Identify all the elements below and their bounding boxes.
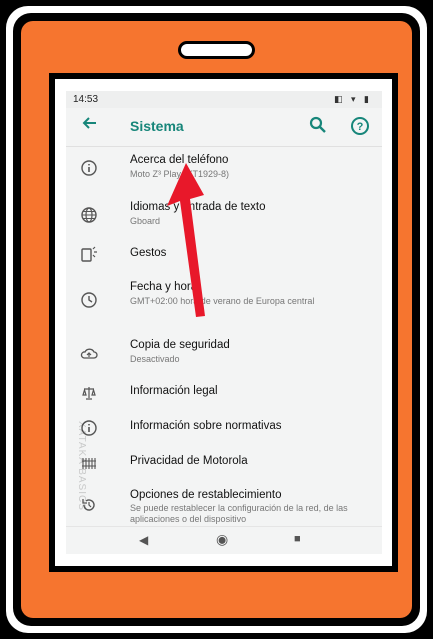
- settings-item-title: Información legal: [130, 385, 218, 397]
- settings-item-title: Acerca del teléfono: [130, 154, 229, 166]
- phone-speaker: [178, 41, 255, 59]
- balance-icon: [80, 384, 100, 404]
- status-time: 14:53: [73, 94, 99, 105]
- status-icons: ◧ ▾ ▮: [334, 94, 372, 104]
- settings-item-regulatory[interactable]: Información sobre normativas: [66, 415, 382, 441]
- settings-item-title: Fecha y hora: [130, 281, 198, 293]
- settings-item-subtitle: Se puede restablecer la configuración de…: [130, 503, 348, 524]
- settings-item-title: Información sobre normativas: [130, 420, 282, 432]
- clock-icon: [80, 291, 100, 311]
- nav-home-icon[interactable]: ◉: [216, 531, 228, 548]
- nav-recents-icon[interactable]: ■: [294, 533, 301, 545]
- help-icon[interactable]: ?: [350, 116, 370, 136]
- phone-screen: 14:53 ◧ ▾ ▮ Sistema ? Acerca del teléfon…: [66, 91, 382, 554]
- settings-item-subtitle: GMT+02:00 hora de verano de Europa centr…: [130, 296, 315, 306]
- svg-text:?: ?: [357, 121, 364, 133]
- gestures-icon: [80, 246, 100, 266]
- info-icon: [80, 159, 100, 179]
- settings-item-title: Idiomas y entrada de texto: [130, 201, 266, 213]
- watermark: XATAKA BASICS: [76, 421, 87, 511]
- backup-icon: [80, 344, 100, 364]
- settings-item-about-phone[interactable]: Acerca del teléfono Moto Z³ Play (XT1929…: [66, 148, 382, 188]
- settings-item-backup[interactable]: Copia de seguridad Desactivado: [66, 336, 382, 368]
- settings-item-title: Gestos: [130, 247, 167, 259]
- settings-item-subtitle: Gboard: [130, 216, 161, 226]
- settings-item-title: Opciones de restablecimiento: [130, 489, 282, 501]
- settings-item-legal[interactable]: Información legal: [66, 380, 382, 406]
- globe-icon: [80, 206, 100, 226]
- settings-item-languages[interactable]: Idiomas y entrada de texto Gboard: [66, 195, 382, 235]
- settings-item-title: Privacidad de Motorola: [130, 455, 248, 467]
- page-title: Sistema: [130, 118, 184, 134]
- nav-back-icon[interactable]: ◀: [139, 533, 148, 547]
- status-bar: 14:53 ◧ ▾ ▮: [66, 91, 382, 108]
- settings-item-motorola-privacy[interactable]: Privacidad de Motorola: [66, 450, 382, 476]
- settings-item-gestures[interactable]: Gestos: [66, 241, 382, 269]
- arrow-back-icon[interactable]: [82, 115, 98, 136]
- search-icon[interactable]: [308, 115, 332, 137]
- settings-item-date-time[interactable]: Fecha y hora GMT+02:00 hora de verano de…: [66, 278, 382, 324]
- settings-item-subtitle: Desactivado: [130, 354, 180, 364]
- app-bar: Sistema ?: [66, 108, 382, 147]
- settings-item-subtitle: Moto Z³ Play (XT1929-8): [130, 169, 230, 179]
- nav-bar: ◀ ◉ ■: [66, 526, 382, 554]
- settings-item-reset-options[interactable]: Opciones de restablecimiento Se puede re…: [66, 484, 382, 526]
- settings-item-title: Copia de seguridad: [130, 339, 230, 351]
